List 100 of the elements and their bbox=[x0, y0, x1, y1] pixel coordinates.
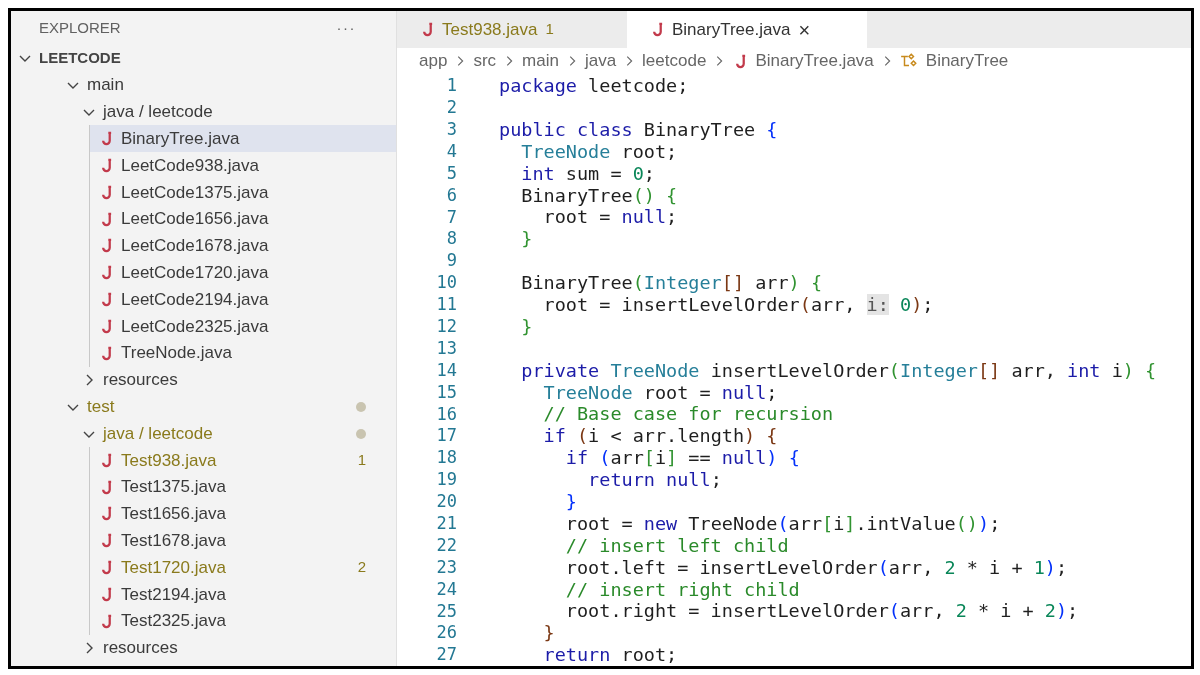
workspace-folder[interactable]: LEETCODE bbox=[11, 45, 396, 72]
tab-label: BinaryTree.java bbox=[672, 18, 791, 41]
line-number: 12 bbox=[435, 315, 457, 338]
line-number: 21 bbox=[435, 512, 457, 535]
breadcrumb-item[interactable]: app bbox=[419, 48, 448, 74]
line-number: 14 bbox=[435, 358, 457, 382]
file-tree-item[interactable]: Test1678.java bbox=[90, 527, 396, 555]
code-line: public class BinaryTree { bbox=[499, 117, 778, 142]
file-tree-item[interactable]: LeetCode938.java bbox=[90, 152, 396, 179]
code-line: // Base case for recursion bbox=[542, 402, 834, 427]
more-actions-button[interactable]: ··· bbox=[336, 16, 356, 40]
file-tree-item[interactable]: Test1375.java bbox=[90, 473, 396, 501]
breadcrumb-item[interactable]: src bbox=[473, 48, 497, 74]
tree-item-label: LEETCODE bbox=[39, 48, 122, 69]
problem-count: 2 bbox=[357, 557, 366, 578]
line-number: 27 bbox=[435, 643, 457, 666]
breadcrumb-item[interactable]: BinaryTree bbox=[899, 48, 1009, 74]
file-tree-item[interactable]: Test1656.java bbox=[90, 500, 396, 528]
code-line: root = new TreeNode(arr[i].intValue()); bbox=[564, 511, 1001, 536]
code-line: private TreeNode insertLevelOrder(Integer[] arr, int i) { bbox=[520, 358, 1157, 383]
tree-item-label: LeetCode1375.java bbox=[121, 181, 270, 204]
code-line: root = insertLevelOrder(arr, i: 0); bbox=[542, 293, 934, 317]
folder-tree-item[interactable]: java / leetcode bbox=[11, 420, 396, 447]
line-number: 17 bbox=[435, 424, 457, 448]
line-number: 24 bbox=[435, 577, 457, 601]
file-tree-item[interactable]: LeetCode1375.java bbox=[90, 179, 396, 206]
folder-tree-item[interactable]: java / leetcode bbox=[11, 98, 396, 126]
line-number: 9 bbox=[445, 249, 457, 273]
line-number: 16 bbox=[435, 402, 457, 426]
line-number: 13 bbox=[435, 336, 457, 360]
code-line: if (arr[i] == null) { bbox=[564, 446, 800, 471]
code-line: } bbox=[520, 227, 533, 252]
line-number: 5 bbox=[445, 161, 457, 185]
file-tree-item[interactable]: LeetCode1720.java bbox=[90, 259, 396, 287]
line-number: 26 bbox=[435, 621, 457, 645]
tree-item-label: LeetCode2325.java bbox=[121, 315, 270, 338]
tree-item-label: resources bbox=[103, 637, 179, 660]
tree-item-label: LeetCode1720.java bbox=[121, 262, 270, 284]
tree-item-label: Test2325.java bbox=[121, 610, 227, 633]
file-tree-item[interactable]: LeetCode2194.java bbox=[90, 286, 396, 313]
breadcrumb-item[interactable]: java bbox=[584, 48, 617, 74]
file-tree-item[interactable]: Test2194.java bbox=[90, 580, 396, 608]
tree-item-label: test bbox=[87, 396, 116, 418]
code-line: package leetcode; bbox=[499, 74, 689, 99]
tree-item-label: LeetCode1656.java bbox=[121, 208, 270, 231]
file-tree-item[interactable]: Test1720.java 2 bbox=[90, 554, 396, 581]
tree-item-label: main bbox=[87, 74, 125, 97]
folder-tree-item[interactable]: resources bbox=[11, 634, 396, 662]
tree-item-label: TreeNode.java bbox=[121, 342, 233, 365]
file-tree-item[interactable]: LeetCode2325.java bbox=[90, 312, 396, 340]
line-number: 22 bbox=[435, 533, 457, 557]
code-line: root = null; bbox=[542, 206, 678, 230]
close-tab-button[interactable]: × bbox=[798, 19, 811, 40]
line-number: 4 bbox=[445, 139, 457, 163]
tree-item-label: Test1375.java bbox=[121, 476, 227, 499]
file-tree-item[interactable]: Test938.java 1 bbox=[90, 446, 396, 474]
code-line: TreeNode root = null; bbox=[542, 381, 778, 405]
line-number: 6 bbox=[445, 183, 457, 207]
tree-item-label: resources bbox=[103, 369, 179, 392]
code-line: root.left = insertLevelOrder(arr, 2 * i + 1); bbox=[564, 555, 1068, 580]
line-number: 7 bbox=[445, 205, 457, 229]
tree-item-label: Test2194.java bbox=[121, 583, 227, 606]
tab-label: Test938.java bbox=[442, 18, 538, 41]
file-tree-item[interactable]: TreeNode.java bbox=[90, 339, 396, 367]
code-line: } bbox=[520, 314, 533, 339]
tree-item-label: Test1656.java bbox=[121, 503, 227, 526]
line-number: 11 bbox=[435, 293, 457, 317]
code-line: } bbox=[564, 490, 577, 514]
tree-item-label: Test938.java bbox=[121, 449, 218, 472]
line-number: 25 bbox=[435, 599, 457, 623]
file-tree-item[interactable]: LeetCode1656.java bbox=[90, 205, 396, 233]
code-line: return root; bbox=[542, 643, 678, 666]
tree-item-label: LeetCode1678.java bbox=[121, 235, 270, 258]
breadcrumb-item[interactable]: BinaryTree.java bbox=[732, 48, 874, 74]
line-number: 2 bbox=[445, 96, 457, 120]
folder-tree-item[interactable]: test bbox=[11, 393, 396, 421]
tree-item-label: java / leetcode bbox=[103, 422, 214, 445]
breadcrumb-item[interactable]: main bbox=[522, 48, 559, 74]
folder-tree-item[interactable]: main bbox=[11, 71, 396, 99]
tree-item-label: java / leetcode bbox=[103, 101, 214, 124]
editor-tab[interactable]: BinaryTree.java × bbox=[627, 11, 867, 48]
folder-tree-item[interactable]: resources bbox=[11, 366, 396, 394]
code-line: return null; bbox=[587, 468, 722, 493]
line-number: 1 bbox=[445, 74, 457, 98]
file-tree-item[interactable]: BinaryTree.java bbox=[90, 125, 396, 153]
code-line: // insert left child bbox=[564, 533, 789, 558]
code-line: root.right = insertLevelOrder(arr, 2 * i + 2); bbox=[564, 600, 1079, 624]
problem-count: 1 bbox=[357, 450, 366, 471]
tree-item-label: LeetCode938.java bbox=[121, 154, 260, 177]
line-number: 15 bbox=[435, 380, 457, 404]
code-line: // insert right child bbox=[564, 577, 800, 602]
tree-item-label: Test1678.java bbox=[121, 530, 227, 552]
file-tree-item[interactable]: LeetCode1678.java bbox=[90, 232, 396, 260]
file-tree-item[interactable]: Test2325.java bbox=[90, 607, 396, 635]
line-number: 10 bbox=[435, 271, 457, 295]
class-symbol-icon bbox=[899, 52, 918, 70]
code-line: int sum = 0; bbox=[520, 161, 655, 186]
breadcrumb-item[interactable]: leetcode bbox=[642, 48, 707, 74]
code-line: BinaryTree() { bbox=[520, 183, 678, 208]
problem-count: 1 bbox=[545, 19, 554, 40]
